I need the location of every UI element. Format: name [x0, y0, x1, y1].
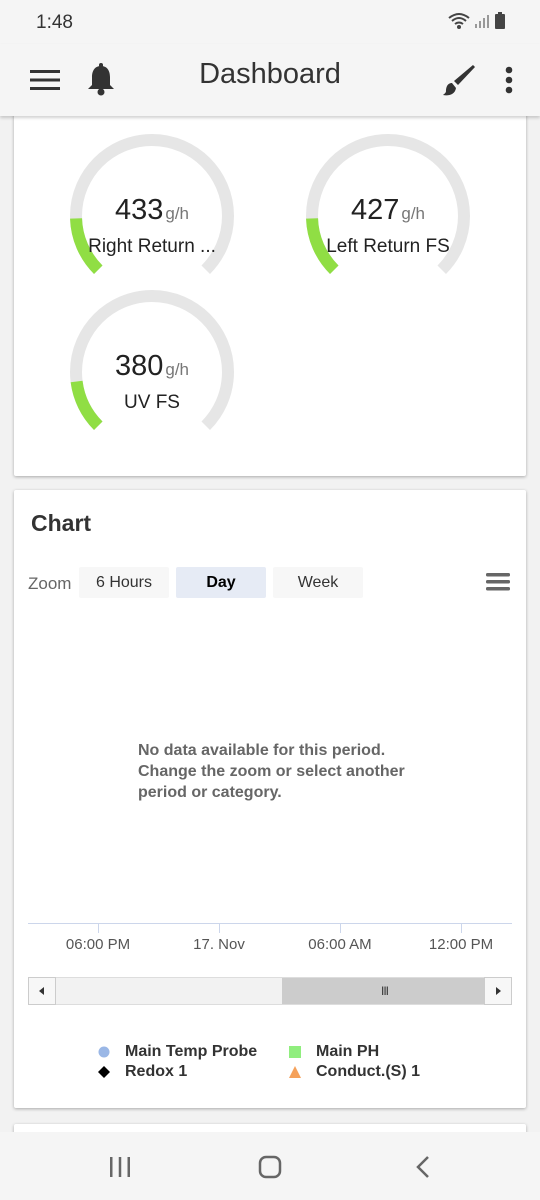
- x-tick: [461, 923, 462, 933]
- wifi-icon: [448, 12, 470, 35]
- gauge-label: Right Return ...: [88, 236, 216, 257]
- home-icon[interactable]: [253, 1150, 287, 1184]
- legend-label: Main Temp Probe: [125, 1043, 258, 1060]
- navigator-right-button[interactable]: [484, 977, 512, 1005]
- circle-icon: [97, 1045, 111, 1059]
- battery-icon: [494, 12, 506, 35]
- diamond-icon: [97, 1065, 111, 1079]
- square-icon: [288, 1045, 302, 1059]
- x-axis-line: [28, 923, 512, 924]
- x-tick: [340, 923, 341, 933]
- zoom-day-button[interactable]: Day: [176, 567, 266, 598]
- zoom-6-hours-button[interactable]: 6 Hours: [79, 567, 169, 598]
- navigator-left-button[interactable]: [28, 977, 56, 1005]
- legend-item-redox-1[interactable]: Redox 1: [97, 1063, 187, 1081]
- status-time: 1:48: [36, 12, 73, 33]
- legend-label: Main PH: [316, 1043, 380, 1060]
- navigator-track[interactable]: III: [56, 977, 487, 1005]
- legend-label: Conduct.(S) 1: [316, 1063, 420, 1080]
- signal-icon: [474, 13, 490, 34]
- x-tick-label: 06:00 PM: [65, 936, 131, 953]
- chart-navigator: III: [28, 977, 512, 1005]
- gauge-label: Left Return FS: [326, 236, 450, 257]
- zoom-week-button[interactable]: Week: [273, 567, 363, 598]
- status-icons: [448, 12, 506, 35]
- brush-icon[interactable]: [437, 58, 481, 102]
- x-tick: [219, 923, 220, 933]
- chart-title: Chart: [31, 510, 92, 536]
- x-tick: [98, 923, 99, 933]
- gauge-value: 427 g/h: [350, 194, 426, 226]
- x-tick-label: 12:00 PM: [428, 936, 494, 953]
- legend-item-main-ph[interactable]: Main PH: [288, 1043, 379, 1061]
- gauge-left-return[interactable]: 427 g/h Left Return FS: [298, 132, 478, 292]
- chart-menu-icon[interactable]: [484, 570, 512, 596]
- app-bar: Dashboard: [0, 44, 540, 116]
- legend-label: Redox 1: [125, 1063, 188, 1080]
- x-tick-label: 17. Nov: [193, 936, 245, 953]
- zoom-label: Zoom: [28, 574, 72, 593]
- gauge-value: 433 g/h: [114, 194, 190, 226]
- back-icon[interactable]: [406, 1150, 440, 1184]
- recent-apps-icon[interactable]: [103, 1150, 137, 1184]
- gauge-label: UV FS: [124, 392, 180, 413]
- x-tick-label: 06:00 AM: [308, 936, 372, 953]
- system-nav-bar: [0, 1132, 540, 1200]
- gauges-card: 433 g/h Right Return ... 427 g/h Left Retu…: [14, 108, 526, 476]
- triangle-icon: [288, 1065, 302, 1079]
- status-bar: 1:48: [0, 0, 540, 44]
- chevron-left-icon: [39, 987, 44, 995]
- navigator-thumb[interactable]: III: [282, 978, 487, 1004]
- gauge-right-return[interactable]: 433 g/h Right Return ...: [62, 132, 242, 292]
- gauge-value: 380 g/h: [114, 350, 190, 382]
- chart-card: Chart Zoom 6 Hours Day Week No data avai…: [14, 490, 526, 1108]
- gauge-uv[interactable]: 380 g/h UV FS: [62, 288, 242, 448]
- chevron-right-icon: [496, 987, 501, 995]
- legend-item-conductivity-1[interactable]: Conduct.(S) 1: [288, 1063, 420, 1081]
- more-vertical-icon[interactable]: [487, 58, 531, 102]
- legend-item-main-temp-probe[interactable]: Main Temp Probe: [97, 1043, 257, 1061]
- no-data-message: No data available for this period. Chang…: [138, 742, 405, 801]
